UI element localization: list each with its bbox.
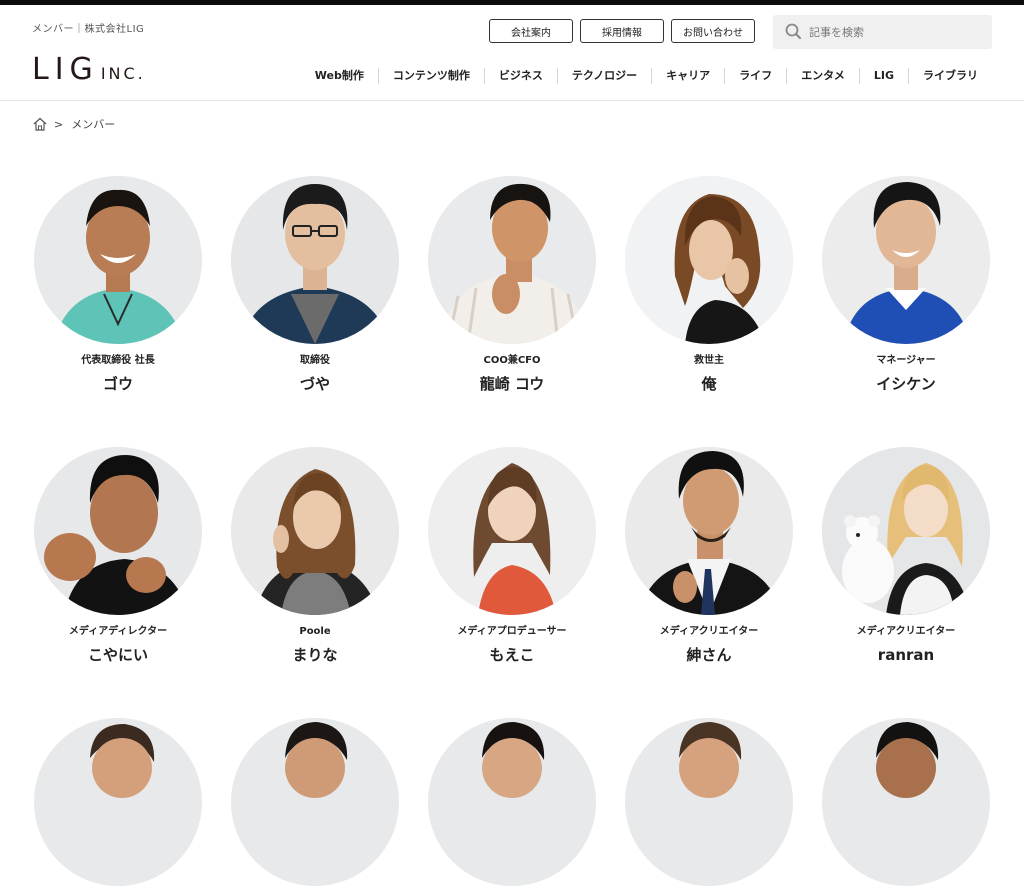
member-role: メディアプロデューサー xyxy=(457,626,567,637)
member-card[interactable] xyxy=(427,718,597,886)
member-photo[interactable] xyxy=(428,447,596,615)
member-name[interactable]: ranran xyxy=(821,645,991,665)
member-card[interactable]: メディアプロデューサー もえこ xyxy=(427,447,597,665)
search-box[interactable] xyxy=(773,15,992,49)
member-name[interactable]: 紳さん xyxy=(624,645,794,665)
search-icon[interactable] xyxy=(781,19,807,45)
member-card[interactable]: メディアクリエイター 紳さん xyxy=(624,447,794,665)
site-logo[interactable]: LIG INC. xyxy=(32,53,146,87)
member-card[interactable]: 救世主 俺 xyxy=(624,176,794,394)
member-photo[interactable] xyxy=(231,176,399,344)
member-card[interactable]: メディアディレクター こやにい xyxy=(33,447,203,665)
nav-lig[interactable]: LIG xyxy=(860,68,909,84)
member-card[interactable]: COO兼CFO 龍崎 コウ xyxy=(427,176,597,394)
member-role: 救世主 xyxy=(694,355,724,366)
member-name[interactable]: ゴウ xyxy=(33,374,203,394)
member-role: Poole xyxy=(299,626,331,637)
member-photo[interactable] xyxy=(34,447,202,615)
member-photo[interactable] xyxy=(625,176,793,344)
chevron-right-icon: > xyxy=(54,117,64,131)
member-name[interactable]: まりな xyxy=(230,645,400,665)
member-role: 代表取締役 社長 xyxy=(81,355,155,366)
member-name[interactable]: 龍崎 コウ xyxy=(427,374,597,394)
member-card[interactable] xyxy=(821,718,991,886)
logo-main-text: LIG xyxy=(32,52,99,87)
member-photo[interactable] xyxy=(625,718,793,886)
search-input[interactable] xyxy=(809,25,969,39)
member-card[interactable]: 取締役 づや xyxy=(230,176,400,394)
member-card[interactable]: メディアクリエイター ranran xyxy=(821,447,991,665)
breadcrumb: > メンバー xyxy=(32,116,115,132)
member-photo[interactable] xyxy=(822,718,990,886)
member-role: メディアクリエイター xyxy=(659,626,759,637)
utility-links: 会社案内 採用情報 お問い合わせ xyxy=(489,19,755,43)
nav-career[interactable]: キャリア xyxy=(652,68,726,84)
member-card[interactable] xyxy=(624,718,794,886)
member-card[interactable] xyxy=(230,718,400,886)
member-photo[interactable] xyxy=(822,447,990,615)
nav-technology[interactable]: テクノロジー xyxy=(558,68,653,84)
global-nav: Web制作 コンテンツ制作 ビジネス テクノロジー キャリア ライフ エンタメ … xyxy=(301,68,992,84)
nav-life[interactable]: ライフ xyxy=(725,68,788,84)
member-role: メディアディレクター xyxy=(68,626,168,637)
home-icon[interactable] xyxy=(32,116,48,132)
member-photo[interactable] xyxy=(428,176,596,344)
member-role: マネージャー xyxy=(876,355,936,366)
logo-sub-text: INC. xyxy=(100,64,146,83)
member-photo[interactable] xyxy=(428,718,596,886)
member-name[interactable]: づや xyxy=(230,374,400,394)
member-photo[interactable] xyxy=(34,176,202,344)
nav-entertainment[interactable]: エンタメ xyxy=(787,68,860,84)
member-card[interactable]: マネージャー イシケン xyxy=(821,176,991,394)
member-name[interactable]: こやにい xyxy=(33,645,203,665)
member-photo[interactable] xyxy=(822,176,990,344)
member-name[interactable]: イシケン xyxy=(821,374,991,394)
member-photo[interactable] xyxy=(231,718,399,886)
company-info-button[interactable]: 会社案内 xyxy=(489,19,573,43)
contact-button[interactable]: お問い合わせ xyxy=(671,19,755,43)
member-card[interactable]: Poole まりな xyxy=(230,447,400,665)
nav-library[interactable]: ライブラリ xyxy=(909,68,992,84)
recruit-button[interactable]: 採用情報 xyxy=(580,19,664,43)
site-header: メンバー｜株式会社LIG LIG INC. 会社案内 採用情報 お問い合わせ W… xyxy=(0,5,1024,101)
member-role: メディアクリエイター xyxy=(856,626,956,637)
nav-business[interactable]: ビジネス xyxy=(485,68,558,84)
member-photo[interactable] xyxy=(625,447,793,615)
nav-web[interactable]: Web制作 xyxy=(301,68,379,84)
site-caption: メンバー｜株式会社LIG xyxy=(32,24,145,35)
member-card[interactable]: 代表取締役 社長 ゴウ xyxy=(33,176,203,394)
member-photo[interactable] xyxy=(231,447,399,615)
nav-contents[interactable]: コンテンツ制作 xyxy=(379,68,485,84)
member-role: 取締役 xyxy=(300,355,330,366)
member-card[interactable] xyxy=(33,718,203,886)
member-name[interactable]: 俺 xyxy=(624,374,794,394)
member-name[interactable]: もえこ xyxy=(427,645,597,665)
member-role: COO兼CFO xyxy=(483,355,541,366)
breadcrumb-current: メンバー xyxy=(71,118,116,131)
member-photo[interactable] xyxy=(34,718,202,886)
